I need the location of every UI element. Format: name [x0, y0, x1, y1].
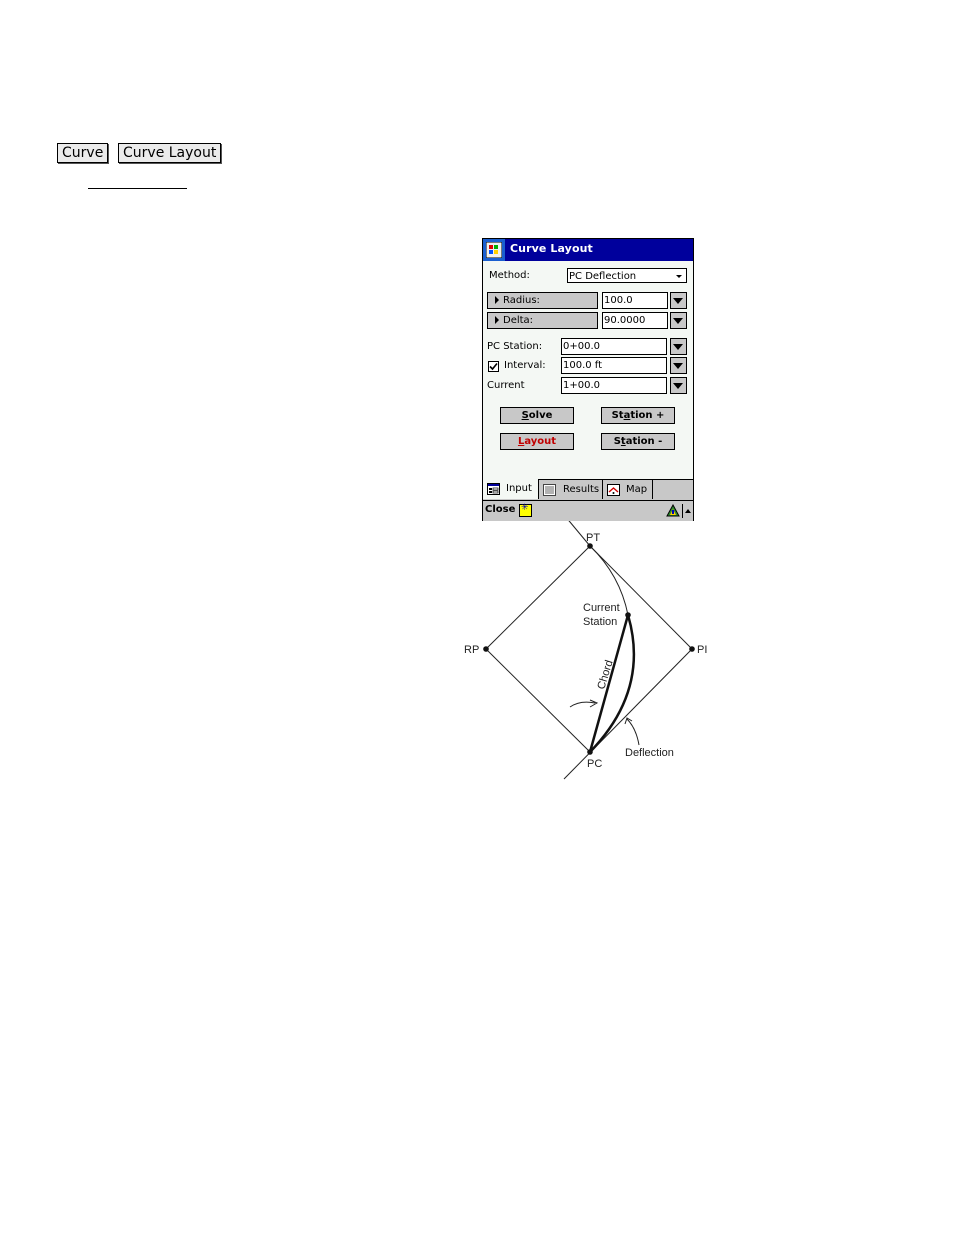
- point-rp: [483, 646, 489, 652]
- radius-dropdown-button[interactable]: [670, 292, 687, 309]
- method-value: PC Deflection: [569, 271, 637, 282]
- method-label: Method:: [489, 270, 530, 281]
- window-title: Curve Layout: [510, 242, 593, 255]
- current-dropdown-button[interactable]: [670, 377, 687, 394]
- separator: [682, 504, 683, 518]
- interval-input[interactable]: 100.0 ft: [561, 357, 667, 374]
- curve-diagram: PT PI RP PC Current Station Chord Deflec…: [464, 509, 707, 780]
- command-bar: Close: [483, 500, 693, 521]
- tab-results-label: Results: [563, 484, 600, 495]
- close-button[interactable]: Close: [485, 504, 515, 515]
- interval-dropdown-button[interactable]: [670, 357, 687, 374]
- tab-results[interactable]: Results: [539, 480, 603, 499]
- radius-label: Radius:: [503, 295, 540, 306]
- pc-station-value: 0+00.0: [563, 341, 601, 352]
- tab-map[interactable]: Map: [603, 480, 653, 499]
- chevron-up-icon[interactable]: [685, 509, 691, 513]
- pc-station-dropdown-button[interactable]: [670, 338, 687, 355]
- line-rp-pc: [485, 648, 591, 753]
- deflection-arrow: [626, 718, 640, 746]
- pc-station-input[interactable]: 0+00.0: [561, 338, 667, 355]
- tab-input-label: Input: [506, 483, 532, 494]
- radius-input[interactable]: 100.0: [602, 292, 668, 309]
- layout-button[interactable]: Layout: [500, 433, 574, 450]
- start-menu-icon[interactable]: [483, 239, 505, 261]
- delta-input[interactable]: 90.0000: [602, 312, 668, 329]
- radius-button[interactable]: Radius:: [487, 292, 598, 309]
- warning-triangle-icon[interactable]: [666, 504, 680, 517]
- point-pc: [587, 749, 593, 755]
- line-pt-pi: [589, 545, 693, 650]
- current-value: 1+00.0: [563, 380, 601, 391]
- radius-value: 100.0: [604, 295, 633, 306]
- title-bar: Curve Layout: [483, 239, 693, 261]
- station-minus-button[interactable]: Station -: [601, 433, 675, 450]
- label-current: Current: [583, 602, 620, 614]
- tab-bar: Input Results Map: [483, 479, 693, 500]
- label-deflection: Deflection: [625, 747, 674, 759]
- label-pc: PC: [587, 758, 602, 770]
- tab-map-label: Map: [626, 484, 648, 495]
- curve-layout-window: Curve Layout Method: PC Deflection Radiu…: [482, 238, 694, 521]
- map-icon: [607, 484, 620, 496]
- interval-label: Interval:: [504, 360, 546, 371]
- point-pt: [587, 543, 593, 549]
- label-station: Station: [583, 616, 617, 628]
- delta-label: Delta:: [503, 315, 534, 326]
- delta-button[interactable]: Delta:: [487, 312, 598, 329]
- point-current-station: [625, 612, 631, 618]
- tab-input[interactable]: Input: [483, 479, 539, 499]
- label-rp: RP: [464, 644, 479, 656]
- delta-value: 90.0000: [604, 315, 646, 326]
- delta-dropdown-button[interactable]: [670, 312, 687, 329]
- method-dropdown[interactable]: PC Deflection: [567, 268, 687, 283]
- current-input[interactable]: 1+00.0: [561, 377, 667, 394]
- station-plus-button[interactable]: Station +: [601, 407, 675, 424]
- label-pt: PT: [586, 532, 600, 544]
- label-pi: PI: [697, 644, 707, 656]
- keyboard-sip-icon[interactable]: [519, 503, 532, 517]
- interval-value: 100.0 ft: [563, 360, 603, 371]
- current-label: Current: [487, 380, 525, 391]
- solve-button[interactable]: Solve: [500, 407, 574, 424]
- input-form-icon: [487, 483, 500, 495]
- interval-checkbox[interactable]: [488, 361, 499, 372]
- results-sheet-icon: [543, 484, 556, 496]
- chevron-down-icon: [676, 275, 682, 278]
- point-pi: [689, 646, 695, 652]
- line-rp-pt: [485, 545, 591, 650]
- pc-station-label: PC Station:: [487, 341, 543, 352]
- checkmark-icon: [489, 362, 498, 371]
- chord-arrowhead: [589, 699, 599, 708]
- triangle-right-icon: [495, 316, 499, 324]
- triangle-right-icon: [495, 296, 499, 304]
- line-pi-pc: [563, 648, 693, 780]
